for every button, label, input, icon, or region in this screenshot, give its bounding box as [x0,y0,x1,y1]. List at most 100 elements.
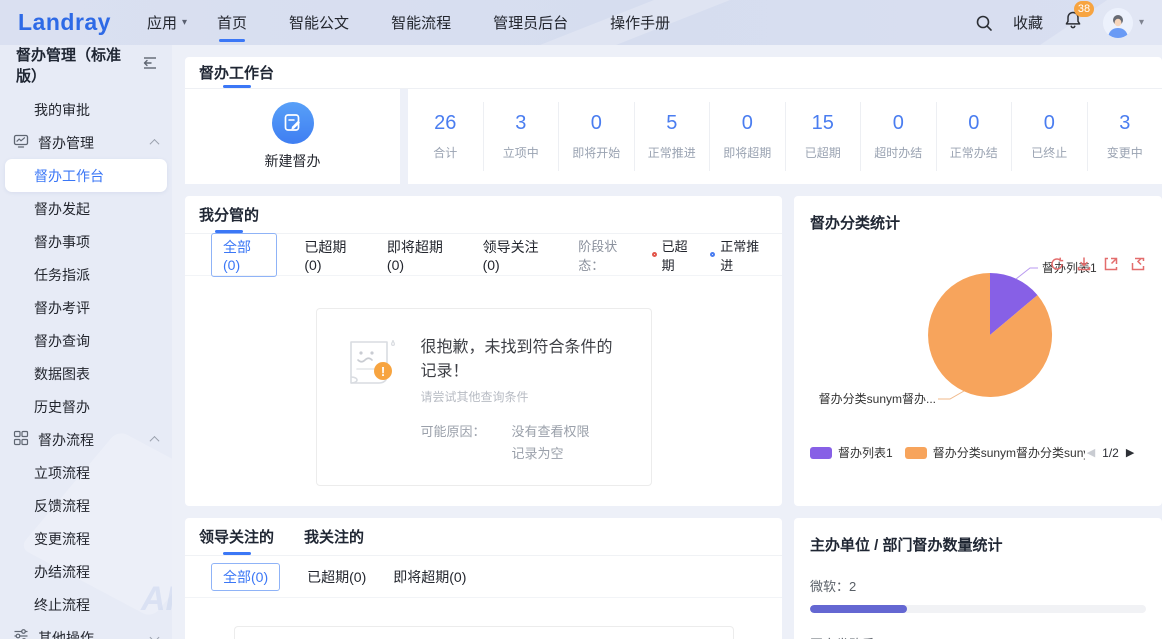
notification-badge: 38 [1074,1,1094,17]
sidebar-item-completion-flow[interactable]: 办结流程 [0,555,172,588]
module-title: 督办管理（标准版） [16,45,142,86]
bar-label: 微软：2 [810,576,1146,595]
nav-admin-console[interactable]: 管理员后台 [493,0,568,46]
sidebar-item-feedback-flow[interactable]: 反馈流程 [0,489,172,522]
tab-my-focus[interactable]: 我关注的 [304,518,364,555]
sidebar-item-query[interactable]: 督办查询 [0,324,172,357]
leader-watch-tabs: 领导关注的 我关注的 [185,518,782,556]
chevron-down-icon: ▾ [1139,17,1144,28]
main-content: 督办工作台 新建督办 26合计 3立项中 0即将开始 5正常推进 0即将超期 1… [172,45,1162,639]
category-pie-chart[interactable]: 督办列表1 督办分类sunym督办... [810,259,1146,431]
sidebar-item-task-assign[interactable]: 任务指派 [0,258,172,291]
empty-state [234,626,734,639]
legend-on-track: 正常推进 [710,236,768,274]
filter-overdue[interactable]: 已超期(0) [307,567,366,587]
reason-label: 可能原因： [421,421,486,465]
chevron-down-icon: ▾ [182,17,187,28]
monitor-chart-icon [13,133,29,152]
stat-overdue[interactable]: 15已超期 [785,102,861,171]
sidebar-item-workbench[interactable]: 督办工作台 [5,159,167,192]
stat-due-soon[interactable]: 0即将超期 [709,102,785,171]
workbench-card: 督办工作台 新建督办 26合计 3立项中 0即将开始 5正常推进 0即将超期 1… [185,57,1162,184]
chevron-up-icon [150,139,160,149]
new-supervision-label: 新建督办 [265,151,321,171]
stat-total[interactable]: 26合计 [408,102,483,171]
stat-terminated[interactable]: 0已终止 [1011,102,1087,171]
red-ring-icon [652,252,657,257]
chevron-up-icon [150,436,160,446]
sidebar-item-history[interactable]: 历史督办 [0,390,172,423]
sidebar-item-initiate[interactable]: 督办发起 [0,192,172,225]
empty-reasons: 可能原因： 没有查看权限 记录为空 [421,421,627,465]
sidebar-section-flows[interactable]: 督办流程 [0,423,172,456]
tab-workbench[interactable]: 督办工作台 [199,57,274,88]
filter-all[interactable]: 全部(0) [211,233,277,277]
leader-watch-card: 领导关注的 我关注的 全部(0) 已超期(0) 即将超期(0) [185,518,782,639]
stat-closed-late[interactable]: 0超时办结 [860,102,936,171]
stats-strip: 26合计 3立项中 0即将开始 5正常推进 0即将超期 15已超期 0超时办结 … [408,89,1162,184]
tab-my-managed[interactable]: 我分管的 [199,196,259,233]
notifications-button[interactable]: 38 [1063,10,1083,35]
org-flow-icon [13,430,29,449]
sidebar-item-initiation-flow[interactable]: 立项流程 [0,456,172,489]
new-supervision-button[interactable]: 新建督办 [185,89,400,184]
filter-overdue[interactable]: 已超期(0) [304,237,360,273]
nav-smart-docs[interactable]: 智能公文 [289,0,349,46]
bar-track [810,605,1146,613]
stat-changing[interactable]: 3变更中 [1087,102,1162,171]
stat-starting-soon[interactable]: 0即将开始 [558,102,634,171]
download-icon[interactable] [1076,256,1092,272]
app-menu-dropdown[interactable]: 应用 ▾ [147,12,187,33]
user-menu[interactable]: ▾ [1103,8,1144,38]
topbar: Landray 应用 ▾ 首页 智能公文 智能流程 管理员后台 操作手册 收藏 … [0,0,1162,45]
stage-status-legend: 阶段状态： 已超期 正常推进 [578,236,768,274]
legend-swatch-orange[interactable] [905,447,927,459]
legend-label[interactable]: 督办列表1 [838,444,893,461]
sidebar-section-supervision-mgmt[interactable]: 督办管理 [0,126,172,159]
pie-legend: 督办列表1 督办分类sunym督办分类sunym督办分类sunym ◀ 1/2 … [810,444,1146,461]
my-managed-tabs: 我分管的 [185,196,782,234]
sidebar-section-other-ops[interactable]: 其他操作 [0,621,172,639]
content-columns: 我分管的 全部(0) 已超期(0) 即将超期(0) 领导关注(0) 阶段状态： … [185,196,1162,639]
filter-leader-focus[interactable]: 领导关注(0) [483,237,552,273]
empty-state: ! 很抱歉，未找到符合条件的记录！ 请尝试其他查询条件 可能原因： 没有查看权限… [316,308,652,486]
favorites-link[interactable]: 收藏 [1013,12,1043,33]
collapse-sidebar-icon[interactable] [142,56,158,75]
sliders-icon [13,628,29,639]
stat-on-track[interactable]: 5正常推进 [634,102,710,171]
stat-closed-on-time[interactable]: 0正常办结 [936,102,1012,171]
sidebar-item-change-flow[interactable]: 变更流程 [0,522,172,555]
sidebar-item-evaluation[interactable]: 督办考评 [0,291,172,324]
my-managed-filters: 全部(0) 已超期(0) 即将超期(0) 领导关注(0) 阶段状态： 已超期 [185,234,782,276]
category-stats-title: 督办分类统计 [810,196,1146,233]
search-icon[interactable] [975,14,993,32]
nav-manual[interactable]: 操作手册 [610,0,670,46]
chart-toolbox [1049,256,1146,272]
legend-overdue: 已超期 [652,236,698,274]
category-stats-card: 督办分类统计 督办列表1 督办分类sunym督办... [794,196,1162,506]
sidebar-item-data-charts[interactable]: 数据图表 [0,357,172,390]
filter-due-soon[interactable]: 即将超期(0) [393,567,466,587]
refresh-icon[interactable] [1049,256,1065,272]
legend-swatch-purple[interactable] [810,447,832,459]
nav-home[interactable]: 首页 [217,0,247,46]
avatar [1103,8,1133,38]
restore-icon[interactable] [1130,256,1146,272]
legend-prev-icon[interactable]: ◀ [1087,446,1095,459]
sidebar-item-termination-flow[interactable]: 终止流程 [0,588,172,621]
nav-smart-flow[interactable]: 智能流程 [391,0,451,46]
empty-document-icon: ! [341,333,403,465]
unit-stats-title: 主办单位 / 部门督办数量统计 [810,518,1146,555]
app-menu-label: 应用 [147,12,177,33]
sidebar-item-matters[interactable]: 督办事项 [0,225,172,258]
data-zoom-icon[interactable] [1103,256,1119,272]
left-column: 我分管的 全部(0) 已超期(0) 即将超期(0) 领导关注(0) 阶段状态： … [185,196,782,639]
tab-leader-focus[interactable]: 领导关注的 [199,518,274,555]
filter-due-soon[interactable]: 即将超期(0) [387,237,456,273]
sidebar-item-my-approvals[interactable]: 我的审批 [0,93,172,126]
empty-subtitle: 请尝试其他查询条件 [421,388,627,405]
legend-label[interactable]: 督办分类sunym督办分类sunym督办分类sunym [933,444,1085,461]
stat-initiating[interactable]: 3立项中 [483,102,559,171]
legend-next-icon[interactable]: ▶ [1126,446,1134,459]
filter-all[interactable]: 全部(0) [211,563,280,591]
